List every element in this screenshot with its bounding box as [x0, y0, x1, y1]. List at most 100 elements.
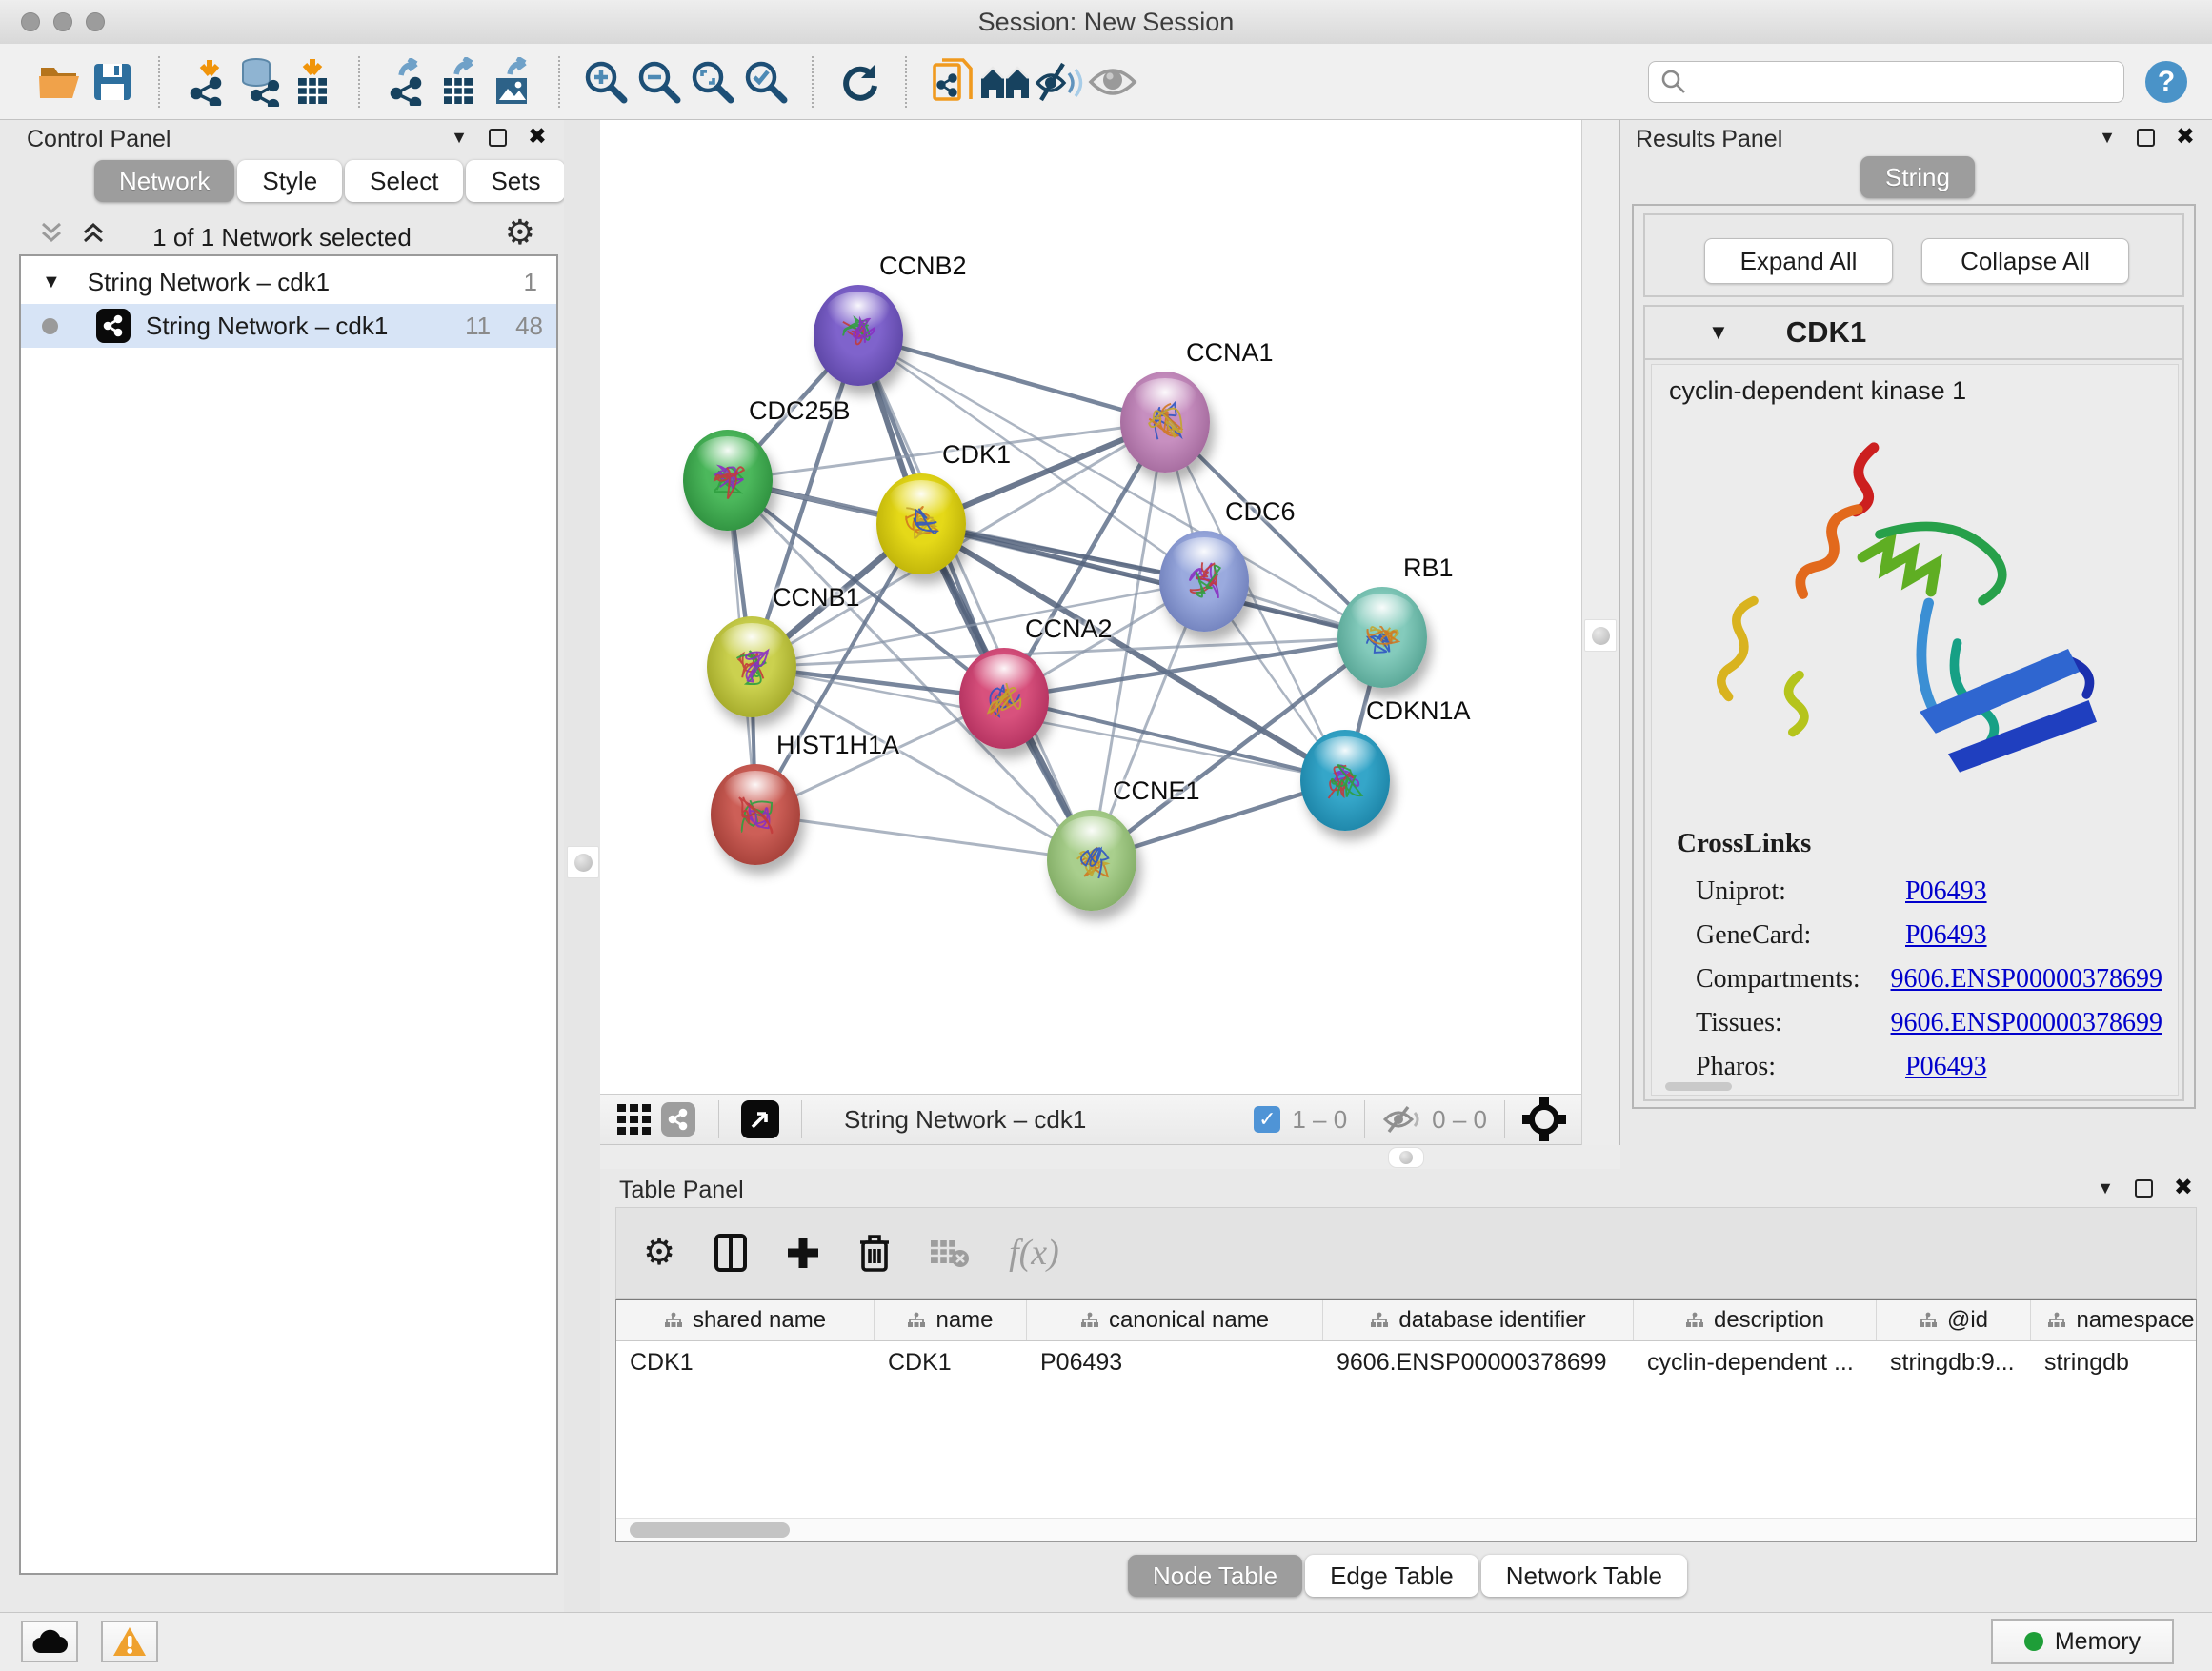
string-view-button[interactable] [655, 1093, 701, 1146]
tab-node-table[interactable]: Node Table [1128, 1555, 1302, 1597]
right-splitter[interactable] [1581, 120, 1620, 1169]
help-button[interactable]: ? [2145, 61, 2187, 103]
document-share-button[interactable] [926, 55, 979, 109]
network-canvas[interactable]: CCNB2CCNA1CDC25BCDK1CDC6RB1CCNB1CCNA2HIS… [600, 120, 1581, 1094]
table-row[interactable]: CDK1CDK1P064939606.ENSP00000378699cyclin… [616, 1341, 2196, 1383]
tab-network-table[interactable]: Network Table [1481, 1555, 1687, 1597]
tab-edge-table[interactable]: Edge Table [1305, 1555, 1478, 1597]
collapse-triangle-icon[interactable]: ▼ [42, 272, 61, 293]
left-splitter[interactable] [564, 120, 601, 1612]
splitter-handle[interactable] [1584, 619, 1617, 652]
collapse-all-button[interactable]: Collapse All [1921, 238, 2129, 284]
zoom-selected-button[interactable] [739, 55, 793, 109]
network-node[interactable] [1159, 531, 1249, 632]
import-table-button[interactable] [286, 55, 339, 109]
network-node[interactable] [683, 430, 773, 531]
add-column-icon[interactable] [786, 1236, 820, 1270]
gene-section-header[interactable]: ▼ CDK1 [1645, 307, 2182, 360]
maximize-panel-button[interactable] [2137, 129, 2155, 147]
close-panel-button[interactable]: ✖ [528, 126, 547, 149]
double-house-button[interactable] [979, 55, 1033, 109]
network-node[interactable] [959, 648, 1049, 749]
network-node[interactable] [1047, 810, 1136, 911]
delete-column-trash-icon[interactable] [858, 1233, 891, 1273]
collapse-triangle-icon[interactable]: ▼ [1708, 320, 1729, 345]
expand-all-button[interactable]: Expand All [1704, 238, 1893, 284]
import-network-button[interactable] [179, 55, 232, 109]
zoom-out-button[interactable] [633, 55, 686, 109]
network-row[interactable]: String Network – cdk1 11 48 [21, 304, 556, 348]
show-columns-icon[interactable] [714, 1233, 748, 1273]
column-header-canonical-name[interactable]: canonical name [1027, 1300, 1323, 1340]
results-scrollbar-thumb[interactable] [1665, 1082, 1732, 1091]
network-node[interactable] [876, 473, 966, 574]
network-node[interactable] [707, 616, 796, 717]
birdseye-view-button[interactable] [736, 1093, 784, 1146]
export-table-button[interactable] [432, 55, 486, 109]
import-network-from-database-button[interactable] [232, 55, 286, 109]
refresh-layout-button[interactable] [833, 55, 886, 109]
network-node[interactable] [814, 285, 903, 386]
float-panel-button[interactable]: ▼ [2099, 128, 2116, 148]
zoom-in-button[interactable] [579, 55, 633, 109]
column-header-namespace[interactable]: namespace [2031, 1300, 2197, 1340]
clear-table-icon[interactable] [929, 1237, 971, 1269]
export-image-button[interactable] [486, 55, 539, 109]
table-cell[interactable]: 9606.ENSP00000378699 [1323, 1341, 1634, 1383]
crosslink-value-link[interactable]: 9606.ENSP00000378699 [1891, 1008, 2162, 1038]
zoom-fit-button[interactable] [686, 55, 739, 109]
close-panel-button[interactable]: ✖ [2174, 1177, 2193, 1199]
eye-slash-button[interactable] [1033, 55, 1086, 109]
splitter-handle[interactable] [1388, 1147, 1424, 1168]
table-horizontal-scrollbar[interactable] [616, 1518, 2196, 1541]
network-edges[interactable] [600, 120, 1581, 1094]
table-cell[interactable]: CDK1 [616, 1341, 875, 1383]
table-cell[interactable]: stringdb:9... [1877, 1341, 2031, 1383]
warnings-button[interactable] [101, 1621, 158, 1662]
column-header-shared-name[interactable]: shared name [616, 1300, 875, 1340]
open-session-button[interactable] [32, 55, 86, 109]
float-panel-button[interactable]: ▼ [451, 128, 468, 148]
memory-button[interactable]: Memory [1991, 1619, 2174, 1664]
tab-sets[interactable]: Sets [466, 160, 565, 202]
crosslink-value-link[interactable]: P06493 [1905, 920, 1987, 951]
network-node[interactable] [1300, 730, 1390, 831]
table-options-gear-icon[interactable]: ⚙ [643, 1235, 675, 1271]
grid-view-button[interactable] [613, 1093, 655, 1146]
eye-button[interactable] [1086, 55, 1139, 109]
network-node[interactable] [1120, 372, 1210, 473]
maximize-panel-button[interactable] [489, 129, 507, 147]
search-input[interactable] [1687, 68, 2123, 96]
table-cell[interactable]: CDK1 [875, 1341, 1027, 1383]
crosslink-value-link[interactable]: P06493 [1905, 876, 1987, 907]
network-node[interactable] [1337, 587, 1427, 688]
splitter-handle[interactable] [567, 846, 599, 878]
table-cell[interactable]: stringdb [2031, 1341, 2197, 1383]
hidden-eye-icon[interactable] [1382, 1104, 1420, 1135]
network-collection-row[interactable]: ▼ String Network – cdk1 1 [21, 260, 556, 304]
column-header-database-identifier[interactable]: database identifier [1323, 1300, 1634, 1340]
save-session-button[interactable] [86, 55, 139, 109]
tab-select[interactable]: Select [345, 160, 463, 202]
network-options-gear-icon[interactable]: ⚙ [505, 215, 535, 250]
crosslink-value-link[interactable]: 9606.ENSP00000378699 [1891, 964, 2162, 995]
maximize-panel-button[interactable] [2135, 1179, 2153, 1198]
crosslink-value-link[interactable]: P06493 [1905, 1052, 1987, 1082]
column-header--id[interactable]: @id [1877, 1300, 2031, 1340]
navigator-crosshair-icon[interactable] [1522, 1097, 1566, 1141]
close-panel-button[interactable]: ✖ [2176, 126, 2195, 149]
scrollbar-thumb[interactable] [630, 1522, 790, 1538]
column-header-description[interactable]: description [1634, 1300, 1877, 1340]
float-panel-button[interactable]: ▼ [2097, 1178, 2114, 1198]
export-network-button[interactable] [379, 55, 432, 109]
tab-network[interactable]: Network [94, 160, 234, 202]
network-node[interactable] [711, 764, 800, 865]
table-cell[interactable]: P06493 [1027, 1341, 1323, 1383]
tab-style[interactable]: Style [237, 160, 342, 202]
selected-checkbox-icon[interactable]: ✓ [1254, 1106, 1280, 1133]
tab-string[interactable]: String [1860, 156, 1975, 198]
cloud-status-button[interactable] [21, 1621, 78, 1662]
column-header-name[interactable]: name [875, 1300, 1027, 1340]
table-cell[interactable]: cyclin-dependent ... [1634, 1341, 1877, 1383]
function-builder-icon[interactable]: f(x) [1009, 1232, 1059, 1274]
